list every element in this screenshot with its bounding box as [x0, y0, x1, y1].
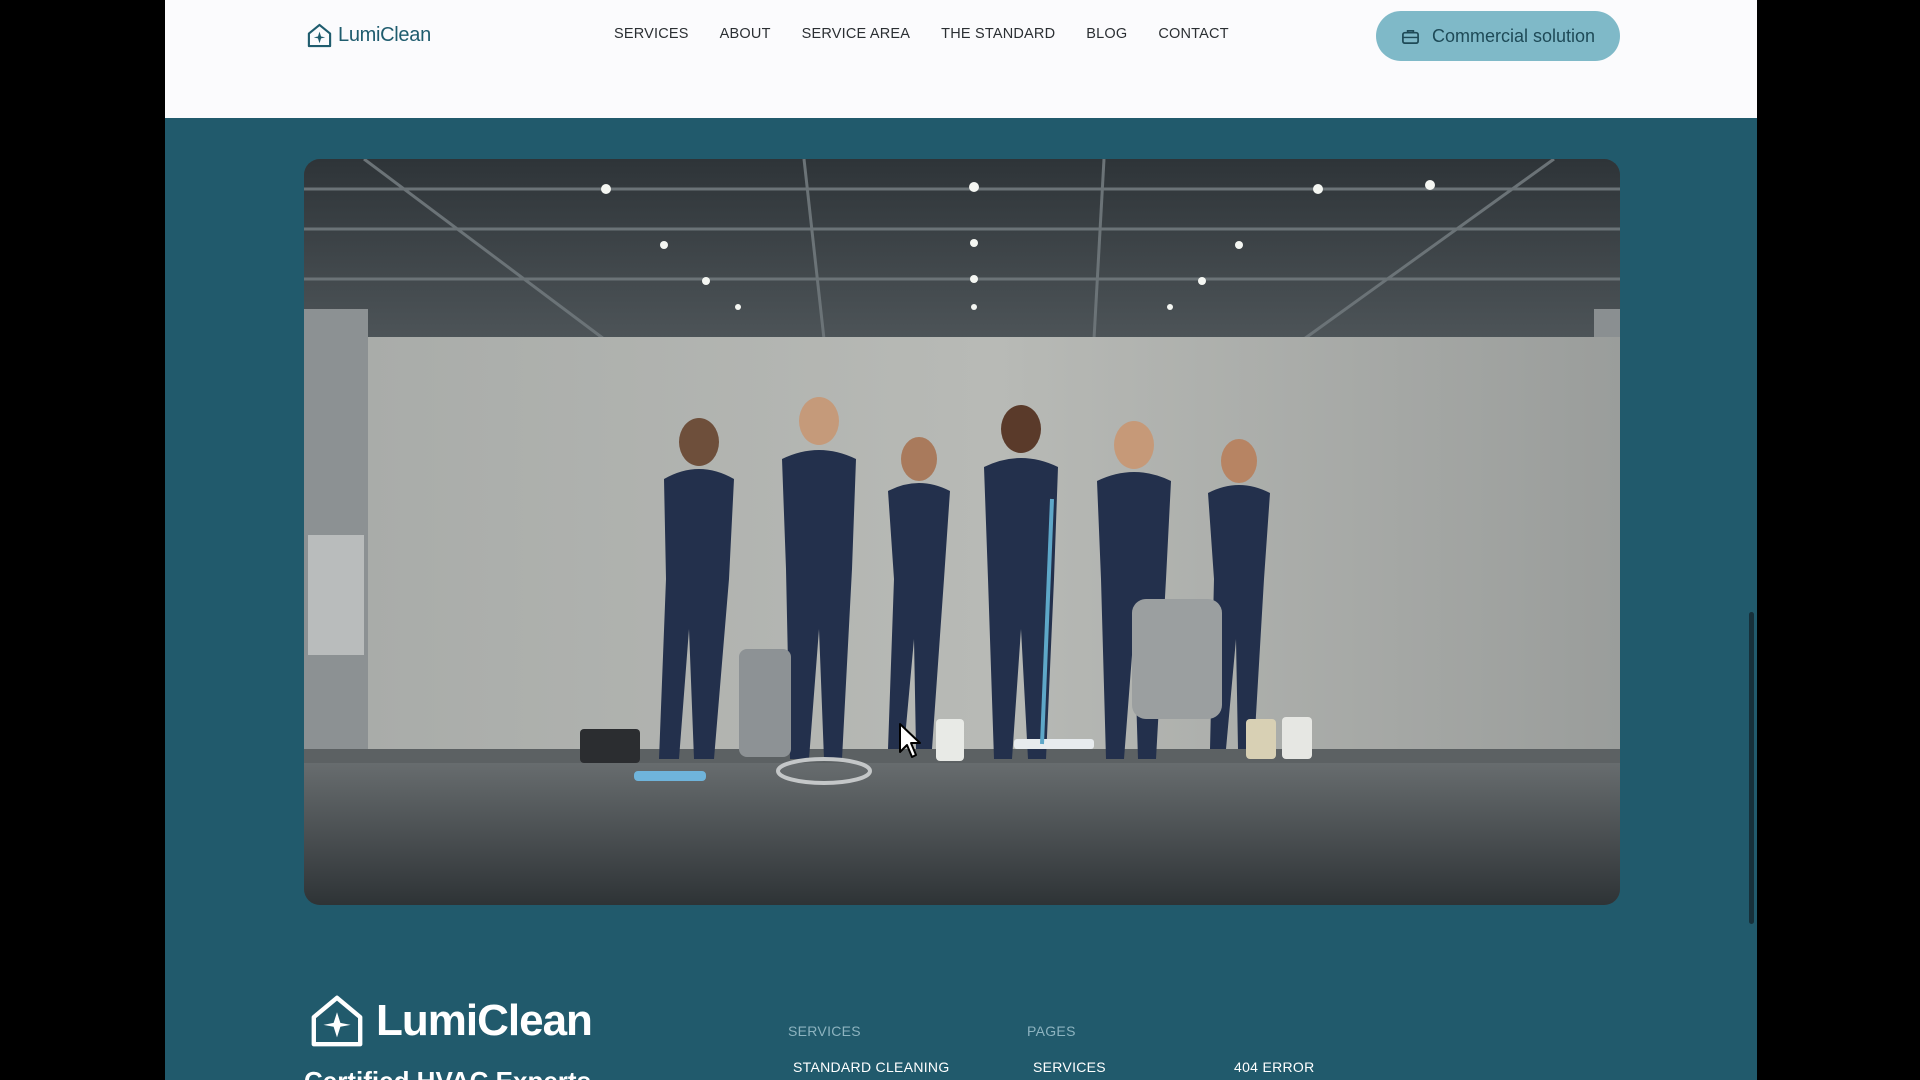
footer-link-standard-cleaning[interactable]: STANDARD CLEANING — [793, 1059, 950, 1075]
nav-services[interactable]: SERVICES — [614, 26, 689, 42]
team-hero-image — [304, 159, 1620, 905]
sparkle-house-icon — [307, 23, 332, 48]
commercial-solution-button[interactable]: Commercial solution — [1376, 11, 1620, 61]
nav-about[interactable]: ABOUT — [720, 26, 771, 42]
brand-logo[interactable]: LumiClean — [306, 22, 431, 49]
left-letterbox — [0, 0, 165, 1080]
brand-name: LumiClean — [338, 24, 431, 46]
footer-brand-logo[interactable]: LumiClean — [308, 992, 593, 1050]
mouse-cursor-icon — [899, 723, 921, 758]
briefcase-icon — [1402, 29, 1419, 44]
footer-pages-heading: PAGES — [1027, 1023, 1076, 1039]
footer-link-services[interactable]: SERVICES — [1033, 1059, 1106, 1075]
commercial-solution-label: Commercial solution — [1431, 25, 1596, 46]
nav-the-standard[interactable]: THE STANDARD — [941, 26, 1055, 42]
footer-link-404-error[interactable]: 404 ERROR — [1234, 1059, 1315, 1075]
site-header: LumiClean SERVICES ABOUT SERVICE AREA TH… — [165, 0, 1757, 118]
page: LumiClean SERVICES ABOUT SERVICE AREA TH… — [165, 0, 1757, 1080]
right-letterbox — [1757, 0, 1920, 1080]
nav-contact[interactable]: CONTACT — [1158, 26, 1228, 42]
nav-blog[interactable]: BLOG — [1086, 26, 1127, 42]
footer-tagline: Certified HVAC Experts — [304, 1066, 591, 1080]
footer-services-heading: SERVICES — [788, 1023, 861, 1039]
nav-service-area[interactable]: SERVICE AREA — [802, 26, 911, 42]
page-scrollbar[interactable] — [1749, 612, 1754, 924]
main-nav: SERVICES ABOUT SERVICE AREA THE STANDARD… — [614, 26, 1229, 42]
footer-brand-name: LumiClean — [376, 996, 593, 1045]
sparkle-house-icon — [311, 995, 363, 1047]
